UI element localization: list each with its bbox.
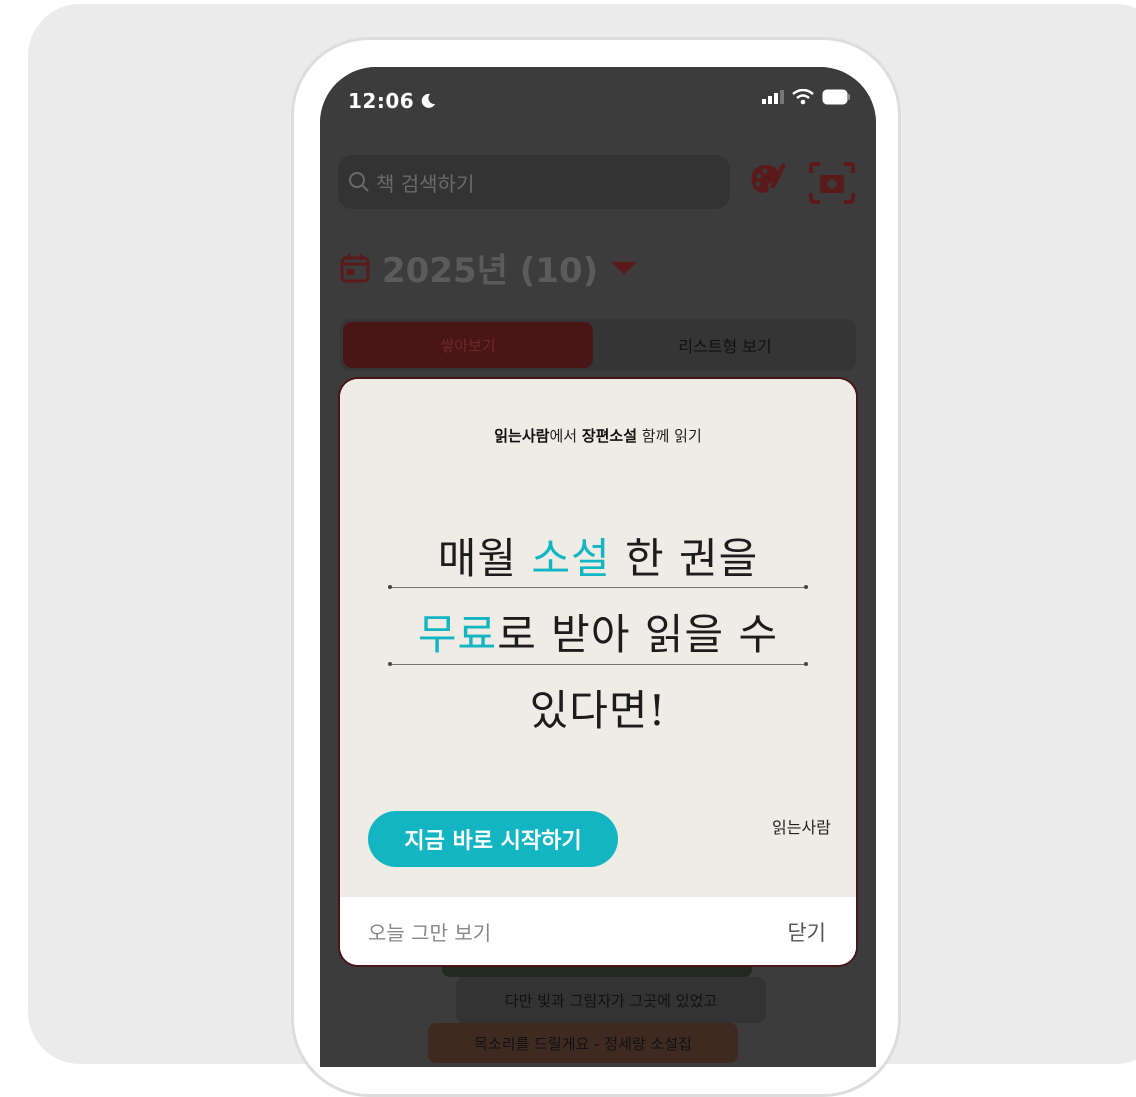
tab-list-view[interactable]: 리스트형 보기 bbox=[600, 322, 850, 368]
line1-part-c: 한 권을 bbox=[610, 534, 759, 583]
moon-icon bbox=[421, 93, 436, 108]
year-label: 2025년 (10) bbox=[382, 251, 599, 291]
divider bbox=[388, 585, 808, 589]
status-time-text: 12:06 bbox=[348, 89, 415, 113]
view-toggle: 쌓아보기 리스트형 보기 bbox=[340, 319, 856, 371]
camera-scan-icon[interactable] bbox=[808, 161, 856, 205]
search-bar[interactable]: 책 검색하기 bbox=[338, 155, 730, 209]
close-button[interactable]: 닫기 bbox=[787, 917, 826, 947]
promo-banner[interactable]: 읽는사람에서 장편소설 함께 읽기 매월 소설 한 권을 무료로 받아 읽을 수… bbox=[340, 379, 856, 897]
line2-highlight: 무료 bbox=[417, 610, 498, 659]
background-book-spine[interactable]: 다만 빛과 그림자가 그곳에 있었고 bbox=[456, 977, 766, 1023]
book-title: 다만 빛과 그림자가 그곳에 있었고 bbox=[504, 991, 718, 1010]
brand-logo: 읽는사람 bbox=[772, 818, 831, 837]
headline-brand: 읽는사람 bbox=[494, 427, 550, 445]
palette-icon[interactable] bbox=[748, 163, 788, 199]
promo-line-2: 무료로 받아 읽을 수 bbox=[340, 601, 856, 662]
line2-part-b: 로 받아 읽을 수 bbox=[497, 610, 779, 659]
wifi-icon bbox=[792, 89, 814, 105]
tab-stack-view[interactable]: 쌓아보기 bbox=[343, 322, 593, 368]
dismiss-today-button[interactable]: 오늘 그만 보기 bbox=[368, 917, 491, 946]
tab-stack-label: 쌓아보기 bbox=[440, 336, 496, 355]
line1-highlight: 소설 bbox=[531, 534, 611, 583]
year-selector[interactable]: 2025년 (10) bbox=[340, 243, 638, 292]
line1-part-a: 매월 bbox=[437, 534, 532, 583]
calendar-icon bbox=[340, 253, 370, 282]
modal-footer: 오늘 그만 보기 닫기 bbox=[340, 897, 856, 965]
signal-icon bbox=[762, 90, 784, 104]
headline-mid: 에서 bbox=[549, 427, 582, 445]
book-title: 목소리를 드릴게요 - 정세랑 소설집 bbox=[474, 1034, 692, 1053]
tab-list-label: 리스트형 보기 bbox=[678, 337, 772, 356]
brand-logo-text: 읽는사람 bbox=[772, 818, 831, 837]
promo-modal: 읽는사람에서 장편소설 함께 읽기 매월 소설 한 권을 무료로 받아 읽을 수… bbox=[340, 379, 856, 965]
promo-line-1: 매월 소설 한 권을 bbox=[340, 525, 856, 586]
search-placeholder: 책 검색하기 bbox=[376, 171, 475, 196]
search-icon bbox=[349, 172, 369, 192]
battery-icon bbox=[822, 89, 850, 105]
start-now-button[interactable]: 지금 바로 시작하기 bbox=[368, 811, 618, 867]
promo-line-3: 있다면! bbox=[529, 686, 667, 735]
status-icons bbox=[762, 89, 852, 105]
headline-end: 함께 읽기 bbox=[637, 427, 702, 445]
chevron-down-icon bbox=[611, 261, 638, 274]
headline-genre: 장편소설 bbox=[581, 427, 638, 445]
divider bbox=[388, 662, 808, 666]
promo-headline: 읽는사람에서 장편소설 함께 읽기 bbox=[340, 425, 856, 446]
status-time: 12:06 bbox=[348, 89, 436, 113]
background-book-spine[interactable]: 목소리를 드릴게요 - 정세랑 소설집 bbox=[428, 1023, 738, 1063]
